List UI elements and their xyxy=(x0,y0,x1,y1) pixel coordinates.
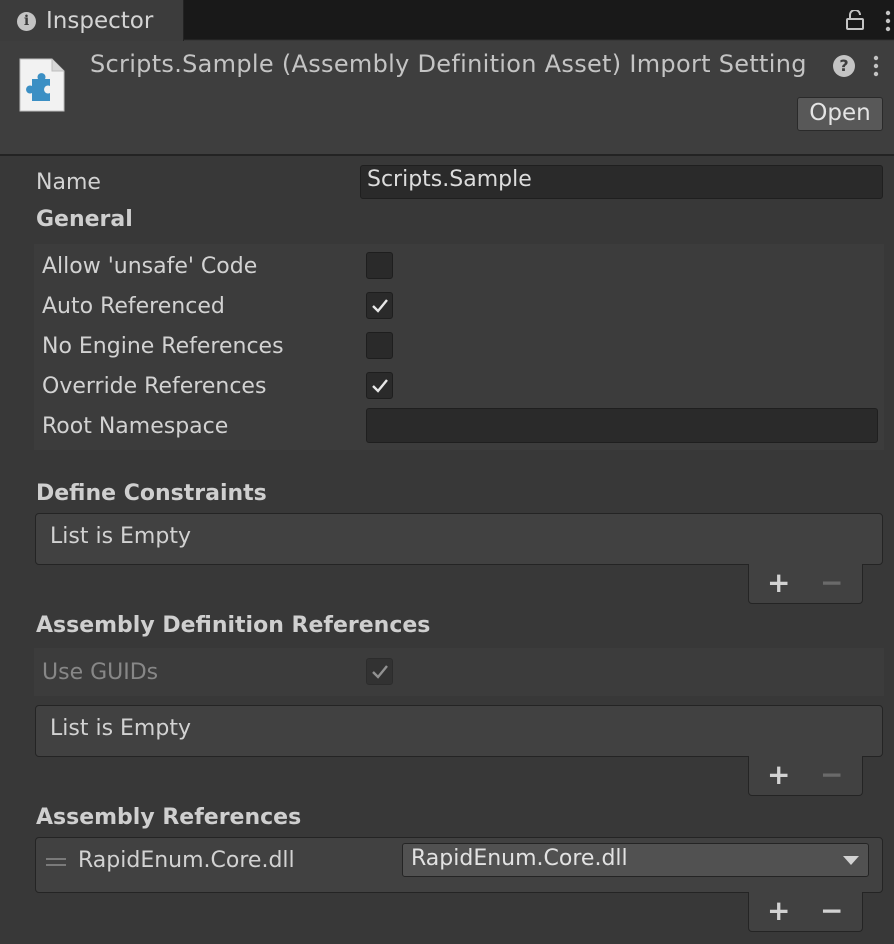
use-guids-row xyxy=(34,648,884,696)
tab-label: Inspector xyxy=(46,8,154,34)
override-refs-checkbox[interactable] xyxy=(366,372,393,399)
name-input[interactable]: Scripts.Sample xyxy=(360,165,883,199)
remove-button[interactable]: − xyxy=(820,894,843,927)
assembly-definition-icon xyxy=(19,58,65,112)
checkmark-icon xyxy=(372,379,388,393)
asmdef-refs-heading: Assembly Definition References xyxy=(36,613,431,638)
checkmark-icon xyxy=(372,299,388,313)
override-refs-label: Override References xyxy=(42,374,267,399)
no-engine-refs-label: No Engine References xyxy=(42,334,284,359)
list-empty-text: List is Empty xyxy=(50,524,191,549)
auto-referenced-label: Auto Referenced xyxy=(42,294,225,319)
lock-icon[interactable] xyxy=(846,10,864,30)
allow-unsafe-checkbox[interactable] xyxy=(366,252,393,279)
assembly-refs-heading: Assembly References xyxy=(36,805,302,830)
define-constraints-footer: + − xyxy=(748,564,863,604)
remove-button[interactable]: − xyxy=(820,758,843,791)
add-button[interactable]: + xyxy=(767,758,790,791)
assembly-ref-selected: RapidEnum.Core.dll xyxy=(411,846,628,871)
info-icon: i xyxy=(17,12,36,31)
kebab-menu-icon[interactable] xyxy=(884,10,892,32)
help-icon[interactable]: ? xyxy=(833,55,855,77)
name-value: Scripts.Sample xyxy=(367,167,532,192)
root-namespace-input[interactable] xyxy=(366,408,878,443)
checkmark-icon xyxy=(372,665,388,679)
asmdef-refs-list: List is Empty xyxy=(35,705,883,757)
assembly-ref-label: RapidEnum.Core.dll xyxy=(78,848,295,873)
header-title: Scripts.Sample (Assembly Definition Asse… xyxy=(90,50,807,78)
define-constraints-list: List is Empty xyxy=(35,513,883,565)
use-guids-label: Use GUIDs xyxy=(42,660,159,685)
open-button[interactable]: Open xyxy=(797,97,883,131)
root-namespace-label: Root Namespace xyxy=(42,414,229,439)
dropdown-arrow-icon xyxy=(843,856,859,865)
list-empty-text: List is Empty xyxy=(50,716,191,741)
add-button[interactable]: + xyxy=(767,566,790,599)
tab-inspector[interactable]: i Inspector xyxy=(0,0,184,42)
define-constraints-heading: Define Constraints xyxy=(36,481,267,506)
auto-referenced-checkbox[interactable] xyxy=(366,292,393,319)
use-guids-checkbox[interactable] xyxy=(366,658,393,685)
asmdef-refs-footer: + − xyxy=(748,756,863,796)
remove-button[interactable]: − xyxy=(820,566,843,599)
kebab-menu-icon[interactable] xyxy=(872,55,880,77)
assembly-refs-footer: + − xyxy=(748,892,863,932)
allow-unsafe-label: Allow 'unsafe' Code xyxy=(42,254,258,279)
tab-bar: i Inspector xyxy=(0,0,894,42)
general-heading: General xyxy=(36,207,133,232)
add-button[interactable]: + xyxy=(767,894,790,927)
name-label: Name xyxy=(36,170,101,195)
no-engine-refs-checkbox[interactable] xyxy=(366,332,393,359)
assembly-ref-dropdown[interactable]: RapidEnum.Core.dll xyxy=(402,843,869,877)
drag-handle-icon[interactable] xyxy=(46,857,66,867)
